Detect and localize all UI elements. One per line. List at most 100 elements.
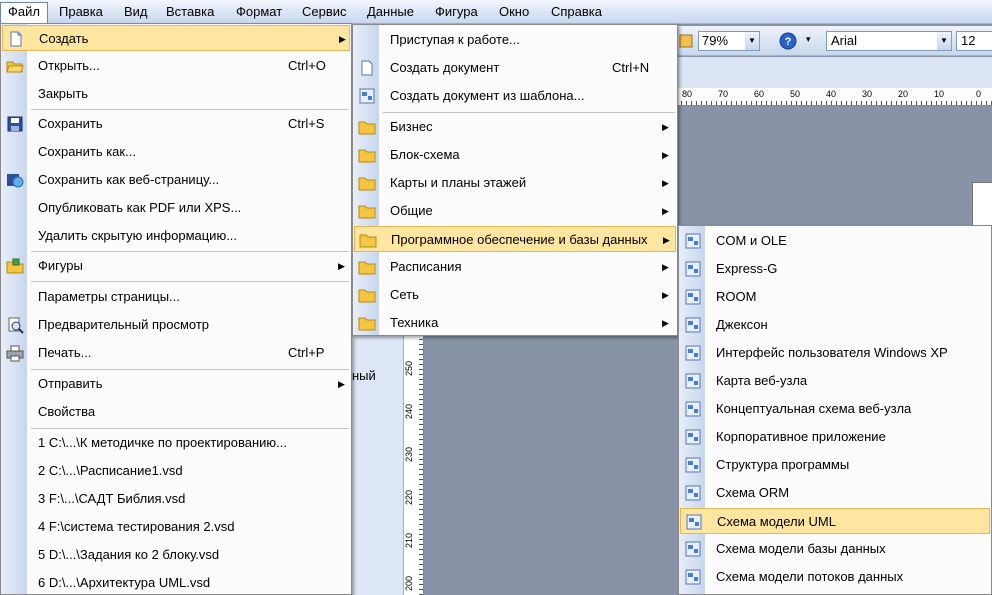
template-item-program-structure[interactable]: Структура программы	[680, 452, 990, 478]
menu-item-save-web[interactable]: Сохранить как веб-страницу...	[2, 167, 350, 193]
template-item-site-map[interactable]: Карта веб-узла	[680, 368, 990, 394]
stencil-template-icon	[686, 514, 702, 530]
template-item-com-ole[interactable]: COM и OLE	[680, 228, 990, 254]
template-icon	[359, 88, 375, 104]
template-item-enterprise-app[interactable]: Корпоративное приложение	[680, 424, 990, 450]
menu-item-page-setup[interactable]: Параметры страницы...	[2, 284, 350, 310]
create-submenu: Приступая к работе... Создать документ C…	[352, 24, 678, 336]
submenu-arrow-icon: ▶	[339, 34, 346, 44]
file-menu: Создать ▶ Открыть... Ctrl+O Закрыть Сохр…	[0, 23, 352, 595]
template-item-uml-model[interactable]: Схема модели UML	[680, 508, 990, 534]
template-item-room[interactable]: ROOM	[680, 284, 990, 310]
folder-icon	[358, 289, 376, 303]
ruler-label: 30	[862, 89, 873, 99]
menu-separator	[31, 251, 349, 252]
font-value: Arial	[831, 33, 858, 48]
pan-zoom-icon[interactable]	[678, 31, 694, 51]
toolbar-area	[676, 57, 992, 88]
menu-item-flowchart[interactable]: Блок-схема ▶	[354, 142, 676, 168]
folder-icon	[358, 317, 376, 331]
menu-data[interactable]: Данные	[360, 3, 421, 21]
folder-icon	[358, 121, 376, 135]
submenu-arrow-icon: ▶	[338, 261, 345, 271]
save-disk-icon	[7, 116, 23, 132]
drawing-page[interactable]	[972, 182, 992, 226]
chevron-down-icon[interactable]: ▼	[745, 32, 759, 50]
ruler-label: 250	[404, 360, 414, 376]
menu-item-close[interactable]: Закрыть	[2, 81, 350, 107]
menu-item-remove-hidden-info[interactable]: Удалить скрытую информацию...	[2, 223, 350, 249]
menu-item-new-document[interactable]: Создать документ Ctrl+N	[354, 55, 676, 81]
menu-item-new-from-template[interactable]: Создать документ из шаблона...	[354, 83, 676, 109]
menu-item-send[interactable]: Отправить ▶	[2, 371, 350, 397]
font-size-select[interactable]: 12	[956, 31, 992, 51]
stencil-template-icon	[685, 429, 701, 445]
menu-item-publish-pdf[interactable]: Опубликовать как PDF или XPS...	[2, 195, 350, 221]
toolbar-options-icon[interactable]: ▾	[806, 34, 811, 54]
menu-item-save[interactable]: Сохранить Ctrl+S	[2, 111, 350, 137]
print-preview-icon	[8, 317, 24, 334]
ruler-label: 0	[976, 89, 982, 99]
menu-item-network[interactable]: Сеть ▶	[354, 282, 676, 308]
recent-file-item[interactable]: 1 C:\...\К методичке по проектированию..…	[2, 430, 350, 456]
recent-file-item[interactable]: 6 D:\...\Архитектура UML.vsd	[2, 570, 350, 595]
menu-file[interactable]: Файл	[0, 2, 48, 24]
template-item-conceptual-website[interactable]: Концептуальная схема веб-узла	[680, 396, 990, 422]
menu-separator	[31, 369, 349, 370]
recent-file-item[interactable]: 5 D:\...\Задания ко 2 блоку.vsd	[2, 542, 350, 568]
help-icon[interactable]: ?	[778, 31, 798, 51]
blank-document-icon	[361, 60, 373, 76]
submenu-arrow-icon: ▶	[663, 235, 670, 245]
menu-shape[interactable]: Фигура	[428, 3, 485, 21]
menu-tools[interactable]: Сервис	[295, 3, 354, 21]
ruler-label: 230	[404, 446, 414, 462]
folder-icon	[358, 205, 376, 219]
submenu-arrow-icon: ▶	[662, 262, 669, 272]
menu-item-save-as[interactable]: Сохранить как...	[2, 139, 350, 165]
recent-file-item[interactable]: 3 F:\...\САДТ Библия.vsd	[2, 486, 350, 512]
menu-window[interactable]: Окно	[492, 3, 536, 21]
font-select[interactable]: Arial ▼	[826, 31, 952, 51]
menu-edit[interactable]: Правка	[52, 3, 110, 21]
ruler-label: 50	[790, 89, 801, 99]
chevron-down-icon[interactable]: ▼	[937, 32, 951, 50]
template-item-database-model[interactable]: Схема модели базы данных	[680, 536, 990, 562]
menu-view[interactable]: Вид	[117, 3, 155, 21]
menu-item-general[interactable]: Общие ▶	[354, 198, 676, 224]
ruler-label: 80	[682, 89, 693, 99]
menu-item-software-databases[interactable]: Программное обеспечение и базы данных ▶	[354, 226, 676, 252]
menu-insert[interactable]: Вставка	[159, 3, 221, 21]
template-item-data-flow-model[interactable]: Схема модели потоков данных	[680, 564, 990, 590]
menu-item-engineering[interactable]: Техника ▶	[354, 310, 676, 336]
zoom-select[interactable]: 79% ▼	[698, 31, 760, 51]
menu-item-shapes[interactable]: Фигуры ▶	[2, 253, 350, 279]
menu-help[interactable]: Справка	[544, 3, 609, 21]
menu-item-business[interactable]: Бизнес ▶	[354, 114, 676, 140]
menu-item-schedules[interactable]: Расписания ▶	[354, 254, 676, 280]
drawing-canvas-left[interactable]	[424, 336, 678, 595]
template-item-windows-xp-ui[interactable]: Интерфейс пользователя Windows XP	[680, 340, 990, 366]
ruler-label: 60	[754, 89, 765, 99]
recent-file-item[interactable]: 2 C:\...\Расписание1.vsd	[2, 458, 350, 484]
ruler-label: 10	[934, 89, 945, 99]
template-item-orm-diagram[interactable]: Схема ORM	[680, 480, 990, 506]
zoom-value: 79%	[702, 33, 729, 48]
menu-format[interactable]: Формат	[229, 3, 289, 21]
ruler-label: 40	[826, 89, 837, 99]
ruler-label: 200	[404, 575, 414, 591]
open-folder-icon	[6, 61, 24, 73]
menu-item-print[interactable]: Печать... Ctrl+P	[2, 340, 350, 366]
menu-item-open[interactable]: Открыть... Ctrl+O	[2, 53, 350, 79]
menu-item-getting-started[interactable]: Приступая к работе...	[354, 27, 676, 53]
menu-item-properties[interactable]: Свойства	[2, 399, 350, 425]
folder-icon	[358, 177, 376, 191]
template-item-express-g[interactable]: Express-G	[680, 256, 990, 282]
template-item-jackson[interactable]: Джексон	[680, 312, 990, 338]
stencil-template-icon	[685, 289, 701, 305]
stencil-template-icon	[685, 569, 701, 585]
menu-item-create[interactable]: Создать ▶	[2, 25, 350, 51]
menu-item-maps-floor-plans[interactable]: Карты и планы этажей ▶	[354, 170, 676, 196]
stencil-template-icon	[685, 541, 701, 557]
recent-file-item[interactable]: 4 F:\система тестирования 2.vsd	[2, 514, 350, 540]
menu-item-print-preview[interactable]: Предварительный просмотр	[2, 312, 350, 338]
